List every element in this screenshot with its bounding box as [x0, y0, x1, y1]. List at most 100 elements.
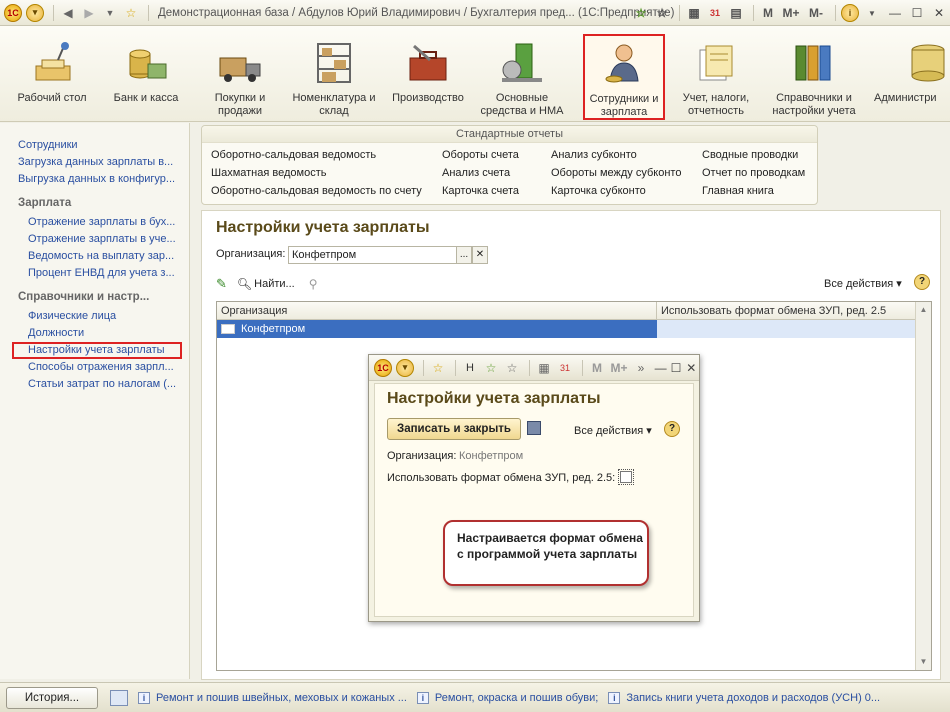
report-link[interactable]: Оборотно-сальдовая ведомость	[211, 146, 422, 164]
nav-link-load-salary[interactable]: Загрузка данных зарплаты в...	[0, 154, 186, 171]
nav-link-export-data[interactable]: Выгрузка данных в конфигур...	[0, 171, 186, 188]
section-desktop-label: Рабочий стол	[17, 92, 87, 104]
column-header-org[interactable]: Организация	[217, 302, 657, 319]
dialog-all-actions-menu[interactable]: Все действия ▾	[574, 424, 652, 437]
nav-link-tax-expenses[interactable]: Статьи затрат по налогам (...	[0, 376, 186, 393]
standard-reports-panel: Стандартные отчеты Оборотно-сальдовая ве…	[201, 125, 818, 205]
nav-link-salary-tax[interactable]: Отражение зарплаты в уче...	[0, 231, 186, 248]
nav-link-individuals[interactable]: Физические лица	[0, 308, 186, 325]
reports-title: Стандартные отчеты	[202, 126, 817, 143]
nav-link-payroll-sheet[interactable]: Ведомость на выплату зар...	[0, 248, 186, 265]
info-icon[interactable]: i	[841, 4, 859, 22]
report-link[interactable]: Анализ субконто	[551, 146, 681, 164]
calendar-icon[interactable]: 31	[556, 359, 574, 377]
windows-list-icon[interactable]	[110, 689, 128, 706]
app-logo-icon[interactable]: 1С	[4, 3, 22, 22]
section-purchases[interactable]: Покупки и продажи	[196, 38, 284, 118]
admin-icon	[904, 40, 950, 86]
employee-icon	[600, 41, 648, 87]
report-link[interactable]: Отчет по проводкам	[702, 164, 805, 182]
table-row[interactable]: Конфетпром	[217, 320, 931, 338]
favorites-list-icon[interactable]: ☆	[653, 4, 671, 22]
search-icon[interactable]: 🔍︎	[237, 277, 252, 291]
section-taxes[interactable]: Учет, налоги, отчетность	[672, 38, 760, 118]
clipboard-icon[interactable]: ▤	[727, 4, 745, 22]
memory-m-button[interactable]: M	[759, 4, 777, 22]
add-favorite-icon[interactable]: ☆	[632, 4, 650, 22]
nav-link-salary-settings[interactable]: Настройки учета зарплаты	[12, 342, 182, 359]
memory-plus-button[interactable]: M+	[780, 4, 802, 22]
report-link[interactable]: Карточка счета	[442, 182, 519, 200]
add-favorite-icon[interactable]: ☆	[482, 359, 500, 377]
select-org-button[interactable]: ...	[456, 246, 472, 264]
status-message[interactable]: i Ремонт, окраска и пошив обуви;	[416, 691, 598, 704]
separator	[529, 359, 530, 376]
section-bank[interactable]: Банк и касса	[102, 38, 190, 105]
binders-icon	[790, 40, 838, 86]
dialog-menu-icon[interactable]: ▾	[396, 358, 414, 377]
table-scrollbar[interactable]: ▲ ▼	[915, 302, 931, 670]
forward-arrow-icon[interactable]: ▶	[80, 4, 98, 22]
dialog-minimize-button[interactable]: —	[653, 359, 668, 377]
more-chevron-icon[interactable]: »	[632, 359, 650, 377]
info-dropdown-icon[interactable]: ▼	[863, 4, 881, 22]
calculator-icon[interactable]: ▦	[685, 4, 703, 22]
report-link[interactable]: Анализ счета	[442, 164, 519, 182]
section-desktop[interactable]: Рабочий стол	[8, 38, 96, 105]
history-button[interactable]: История...	[6, 686, 98, 709]
report-link[interactable]: Оборотно-сальдовая ведомость по счету	[211, 182, 422, 200]
status-message[interactable]: i Ремонт и пошив швейных, меховых и кожан…	[138, 691, 407, 704]
clear-org-button[interactable]: ✕	[472, 246, 488, 264]
dialog-help-icon[interactable]: ?	[664, 421, 680, 437]
history-h-button[interactable]: H	[461, 359, 479, 377]
report-link[interactable]: Обороты счета	[442, 146, 519, 164]
maximize-button[interactable]: ☐	[906, 4, 928, 22]
favorites-star-icon[interactable]: ☆	[122, 4, 140, 22]
help-icon[interactable]: ?	[914, 274, 930, 290]
report-link[interactable]: Сводные проводки	[702, 146, 805, 164]
column-header-format[interactable]: Использовать формат обмена ЗУП, ред. 2.5	[657, 302, 915, 319]
calculator-icon[interactable]: ▦	[535, 359, 553, 377]
all-actions-menu[interactable]: Все действия ▾	[824, 277, 902, 290]
section-nomenclature[interactable]: Номенклатура и склад	[290, 38, 378, 118]
find-button[interactable]: Найти...	[254, 278, 295, 290]
status-message[interactable]: i Запись книги учета доходов и расходов (…	[608, 691, 880, 704]
section-production[interactable]: Производство	[384, 38, 472, 105]
close-button[interactable]: ✕	[928, 4, 950, 22]
memory-m-button[interactable]: M	[588, 359, 606, 377]
report-link[interactable]: Карточка субконто	[551, 182, 681, 200]
report-link[interactable]: Шахматная ведомость	[211, 164, 422, 182]
save-and-close-button[interactable]: Записать и закрыть	[387, 418, 521, 440]
report-link[interactable]: Главная книга	[702, 182, 805, 200]
section-assets[interactable]: Основные средства и НМА	[478, 38, 566, 118]
nav-link-envd-percent[interactable]: Процент ЕНВД для учета з...	[0, 265, 186, 282]
dialog-close-button[interactable]: ✕	[684, 359, 699, 377]
back-arrow-icon[interactable]: ◀	[59, 4, 77, 22]
minimize-button[interactable]: —	[884, 4, 906, 22]
cancel-search-icon[interactable]: ⚲	[309, 277, 318, 291]
nav-link-employees[interactable]: Сотрудники	[0, 137, 186, 154]
edit-pencil-icon[interactable]: ✎	[216, 276, 227, 292]
save-disk-icon[interactable]	[527, 421, 541, 435]
section-settings[interactable]: Справочники и настройки учета	[770, 38, 858, 118]
main-menu-icon[interactable]: ▾	[26, 3, 44, 22]
memory-plus-button[interactable]: M+	[609, 359, 629, 377]
report-link[interactable]: Обороты между субконто	[551, 164, 681, 182]
nav-link-salary-accounting[interactable]: Отражение зарплаты в бух...	[0, 214, 186, 231]
section-admin[interactable]: Администри	[868, 38, 950, 105]
nav-link-salary-methods[interactable]: Способы отражения зарпл...	[0, 359, 186, 376]
scroll-down-icon[interactable]: ▼	[916, 654, 931, 670]
favorites-star-icon[interactable]: ☆	[429, 359, 447, 377]
favorites-list-icon[interactable]: ☆	[503, 359, 521, 377]
nav-link-positions[interactable]: Должности	[0, 325, 186, 342]
dialog-maximize-button[interactable]: ☐	[668, 359, 683, 377]
scroll-up-icon[interactable]: ▲	[916, 302, 931, 318]
history-dropdown-icon[interactable]: ▼	[101, 4, 119, 22]
info-icon: i	[138, 691, 150, 704]
section-employees[interactable]: Сотрудники и зарплата	[583, 34, 665, 120]
calendar-icon[interactable]: 31	[706, 4, 724, 22]
format-checkbox[interactable]	[618, 469, 634, 485]
memory-minus-button[interactable]: M-	[805, 4, 827, 22]
app-logo-icon[interactable]: 1С	[374, 358, 392, 377]
dialog-org-value[interactable]: Конфетпром	[459, 450, 523, 462]
